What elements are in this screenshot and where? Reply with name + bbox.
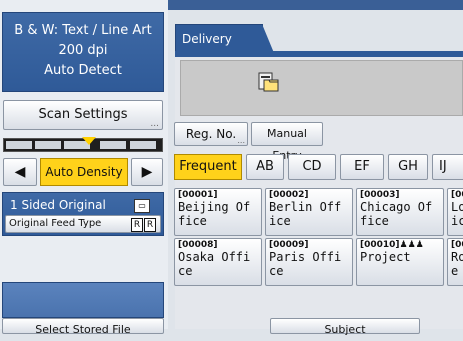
destination-button[interactable]: [00002] Berlin Off ice xyxy=(265,188,353,236)
destination-name-cont: ce xyxy=(269,264,284,278)
destination-name: Chicago Of xyxy=(360,200,433,214)
index-tab-label: IJ xyxy=(439,159,447,174)
destination-number: [00001] xyxy=(178,190,218,200)
destination-name-cont: ic xyxy=(451,214,463,228)
mode-line-1: B & W: Text / Line Art xyxy=(14,23,152,38)
group-icon: ♟♟♟ xyxy=(399,240,424,250)
density-segment xyxy=(35,141,61,149)
destination-button[interactable]: [00010]♟♟♟ Project xyxy=(356,238,444,286)
density-segment xyxy=(130,141,156,149)
index-tab-label: CD xyxy=(302,159,322,174)
select-stored-file-button[interactable]: Select Stored File xyxy=(2,318,164,336)
subject-button[interactable]: Subject xyxy=(270,318,420,336)
destination-number: [00 xyxy=(451,240,463,250)
destination-button[interactable]: [00003] Chicago Of fice xyxy=(356,188,444,236)
destination-number: [00003] xyxy=(360,190,400,200)
destination-name: Lo xyxy=(451,200,463,214)
more-indicator: ... xyxy=(150,119,159,129)
auto-density-label: Auto Density xyxy=(45,165,123,179)
right-arrow-icon: ▶ xyxy=(141,164,153,180)
destination-button[interactable]: [00009] Paris Offi ce xyxy=(265,238,353,286)
select-stored-file-label: Select Stored File xyxy=(35,323,131,336)
sided-original-label: 1 Sided Original xyxy=(10,198,106,212)
destination-name: Osaka Offi xyxy=(178,250,251,264)
original-feed-type-label: Original Feed Type xyxy=(9,218,102,229)
destination-number-text: [00010] xyxy=(360,240,400,250)
folder-icon xyxy=(258,72,280,92)
destination-name-cont: e xyxy=(451,264,459,278)
density-marker-icon xyxy=(82,137,96,145)
destination-number: [00010]♟♟♟ xyxy=(360,241,443,250)
empty-panel xyxy=(2,282,164,318)
mode-line-3: Auto Detect xyxy=(44,63,122,78)
index-tab-label: AB xyxy=(256,159,274,174)
tab-ij[interactable]: IJ xyxy=(432,154,463,180)
more-indicator: ... xyxy=(237,136,245,145)
destination-name-cont: fice xyxy=(360,214,389,228)
destination-number: [00002] xyxy=(269,190,309,200)
destination-number: [00009] xyxy=(269,240,309,250)
density-segment xyxy=(100,141,126,149)
destination-button[interactable]: [00008] Osaka Offi ce xyxy=(174,238,262,286)
tab-frequent[interactable]: Frequent xyxy=(174,154,242,180)
destination-name: Paris Offi xyxy=(269,250,342,264)
destination-name: Project xyxy=(360,250,411,264)
top-strip xyxy=(168,0,463,10)
destination-name-cont: fice xyxy=(178,214,207,228)
destination-number: [00008] xyxy=(178,240,218,250)
index-tab-label: Frequent xyxy=(179,159,237,174)
scan-mode-summary[interactable]: B & W: Text / Line Art 200 dpi Auto Dete… xyxy=(2,12,164,92)
manual-entry-button[interactable]: Manual Entry xyxy=(251,122,323,162)
destination-button[interactable]: [00 Ro e xyxy=(447,238,463,286)
index-tab-label: EF xyxy=(354,159,370,174)
auto-density-button[interactable]: Auto Density xyxy=(40,158,128,186)
density-scale xyxy=(3,137,163,152)
sided-original-button[interactable]: 1 Sided Original ▭ xyxy=(6,196,162,214)
tab-cd[interactable]: CD xyxy=(288,154,336,180)
destination-button[interactable]: [00001] Beijing Of fice xyxy=(174,188,262,236)
density-lighter-button[interactable]: ◀ xyxy=(3,158,37,186)
one-sided-original-icon: ▭ xyxy=(134,199,150,213)
mode-line-2: 200 dpi xyxy=(58,43,108,58)
destination-number: [00 xyxy=(451,190,463,200)
density-segment xyxy=(6,141,32,149)
selected-destination-field xyxy=(180,60,463,116)
orientation-upright-icon: R xyxy=(131,218,143,232)
destination-button[interactable]: [00 Lo ic xyxy=(447,188,463,236)
subject-label: Subject xyxy=(324,323,366,336)
scan-settings-button[interactable]: Scan Settings ... xyxy=(3,100,163,130)
density-darker-button[interactable]: ▶ xyxy=(131,158,163,186)
original-settings: 1 Sided Original ▭ Original Feed Type RR xyxy=(2,192,164,236)
left-arrow-icon: ◀ xyxy=(14,164,26,180)
destination-name-cont: ice xyxy=(269,214,291,228)
tab-ef[interactable]: EF xyxy=(340,154,384,180)
destination-name: Ro xyxy=(451,250,463,264)
destination-name-cont: ce xyxy=(178,264,193,278)
tab-gh[interactable]: GH xyxy=(388,154,428,180)
scan-settings-label: Scan Settings xyxy=(38,107,128,122)
original-feed-type-button[interactable]: Original Feed Type RR xyxy=(5,215,161,233)
reg-no-label: Reg. No. xyxy=(185,127,237,141)
tab-ab[interactable]: AB xyxy=(246,154,284,180)
orientation-rotated-icon: R xyxy=(144,218,156,232)
reg-no-button[interactable]: Reg. No.... xyxy=(174,122,248,146)
destination-name: Beijing Of xyxy=(178,200,251,214)
index-tab-label: GH xyxy=(398,159,418,174)
feed-orientation-icons: RR xyxy=(130,217,156,233)
destination-name: Berlin Off xyxy=(269,200,342,214)
tab-delivery-server[interactable]: Delivery Server xyxy=(175,24,274,74)
